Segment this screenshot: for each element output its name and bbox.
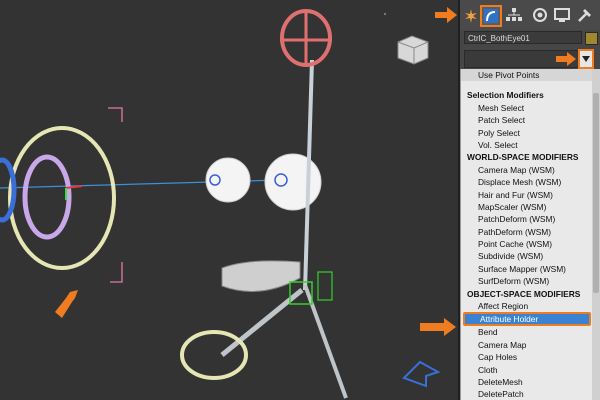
modifier-list-dropdown: Use Pivot Points Selection Modifiers Mes… (460, 69, 593, 400)
tab-hierarchy[interactable] (504, 5, 524, 25)
modifier-list-dropdown-button[interactable] (578, 49, 594, 69)
viewport-scene (0, 9, 441, 399)
dropdown-scrollbar[interactable] (592, 69, 600, 400)
display-monitor-icon (554, 8, 570, 22)
modifier-item[interactable]: Bend (461, 326, 593, 338)
orange-arrow-dropdown (556, 52, 576, 66)
tab-utilities[interactable] (575, 5, 595, 25)
modifier-item[interactable]: Poly Select (461, 127, 593, 139)
modifier-category-header: Selection Modifiers (467, 90, 544, 101)
tab-motion[interactable] (530, 5, 550, 25)
perspective-viewport[interactable] (0, 0, 458, 400)
chevron-down-icon (582, 56, 590, 62)
object-color-swatch[interactable] (585, 32, 598, 45)
tab-display[interactable] (552, 5, 572, 25)
bracket-top (108, 107, 123, 122)
modifier-item[interactable]: Affect Region (461, 300, 593, 312)
right-eye (264, 153, 322, 211)
modifier-item[interactable]: Camera Map (WSM) (461, 164, 593, 176)
green-control-box-2 (317, 271, 333, 301)
modifier-category-header: WORLD-SPACE MODIFIERS (467, 152, 579, 163)
lower-pole (303, 284, 348, 399)
modifier-item[interactable]: Mesh Select (461, 102, 593, 114)
hammer-icon (578, 9, 591, 22)
modifier-item[interactable]: Surface Mapper (WSM) (461, 263, 593, 275)
modify-bend-icon (484, 9, 498, 23)
purple-ring (22, 154, 72, 240)
orange-arrow-attribute-holder (420, 318, 456, 336)
modifier-item[interactable]: PatchDeform (WSM) (461, 213, 593, 225)
star-burst-icon (465, 9, 477, 23)
modifier-item[interactable]: Displace Mesh (WSM) (461, 176, 593, 188)
modifier-item[interactable]: DeletePatch (461, 388, 593, 400)
modifier-category-header: OBJECT-SPACE MODIFIERS (467, 288, 581, 299)
command-panel-tabs (460, 0, 600, 30)
command-panel: CtrlC_BothEye01 Use Pivot Points Selecti… (460, 0, 600, 400)
app-window: CtrlC_BothEye01 Use Pivot Points Selecti… (0, 0, 600, 400)
viewport-dot (383, 12, 387, 16)
orange-arrow-viewport (55, 290, 78, 318)
modifier-item[interactable]: Camera Map (461, 339, 593, 351)
left-eye (205, 157, 251, 203)
viewcube-icon[interactable] (397, 35, 429, 65)
modifier-item[interactable]: Patch Select (461, 114, 593, 126)
hierarchy-icon (506, 8, 522, 21)
modifier-item[interactable]: Cloth (461, 364, 593, 376)
modifier-item[interactable]: SurfDeform (WSM) (461, 275, 593, 287)
bracket-bottom (110, 262, 123, 283)
modifier-item-attribute-holder[interactable]: Attribute Holder (463, 312, 591, 327)
modifier-item[interactable]: DeleteMesh (461, 376, 593, 388)
modifier-item[interactable]: Cap Holes (461, 351, 593, 363)
dropdown-separator (461, 81, 593, 89)
modifier-item[interactable]: PathDeform (WSM) (461, 226, 593, 238)
bottom-ring (180, 330, 248, 380)
navigation-arrow-icon (402, 360, 441, 388)
modifier-item[interactable]: MapScaler (WSM) (461, 201, 593, 213)
left-edge-ring (0, 157, 17, 223)
tab-create[interactable] (461, 6, 481, 26)
scrollbar-thumb[interactable] (593, 93, 599, 293)
modifier-item[interactable]: Point Cache (WSM) (461, 238, 593, 250)
jaw-mesh (221, 260, 301, 292)
modifier-item[interactable]: Subdivide (WSM) (461, 250, 593, 262)
modifier-item[interactable]: Hair and Fur (WSM) (461, 189, 593, 201)
tab-modify[interactable] (480, 5, 502, 27)
modifier-item[interactable]: Use Pivot Points (461, 69, 593, 82)
orange-arrow-modify-tab (435, 7, 457, 23)
modifier-item[interactable]: Vol. Select (461, 139, 593, 151)
object-name-field[interactable]: CtrlC_BothEye01 (464, 31, 582, 44)
motion-icon (533, 8, 547, 22)
